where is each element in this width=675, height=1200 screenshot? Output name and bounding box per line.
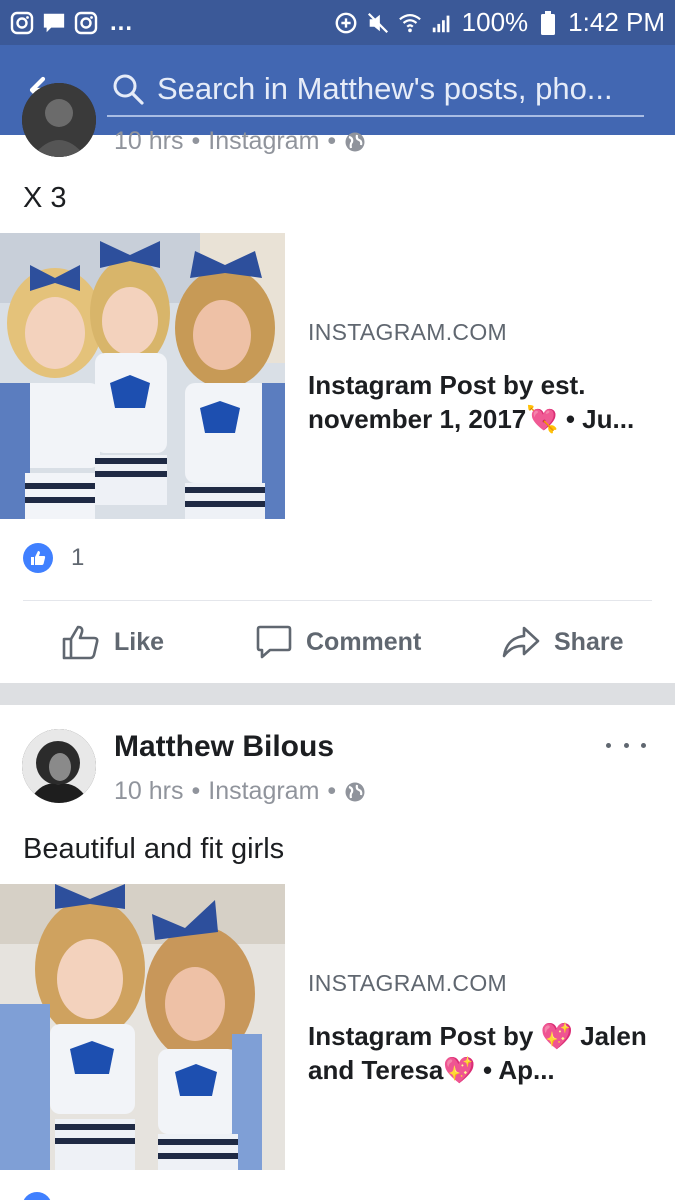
avatar[interactable]	[22, 83, 96, 157]
globe-icon	[345, 132, 365, 151]
clock: 1:42 PM	[568, 7, 665, 37]
link-preview[interactable]: INSTAGRAM.COM Instagram Post by est. nov…	[0, 233, 675, 519]
post-card: Matthew Bilous 10 hrs • Instagram • Beau…	[0, 705, 675, 1200]
search-input[interactable]: Search in Matthew's posts, pho...	[157, 71, 644, 107]
search-box[interactable]: Search in Matthew's posts, pho...	[107, 63, 644, 117]
status-left-icons: ...	[10, 9, 133, 37]
post-source: Instagram	[208, 777, 320, 805]
search-header: Search in Matthew's posts, pho...	[0, 45, 675, 135]
post-time[interactable]: 10 hrs	[114, 127, 183, 156]
search-icon	[113, 74, 144, 105]
post-time[interactable]: 10 hrs	[114, 777, 183, 806]
like-button[interactable]: Like	[62, 624, 164, 660]
globe-icon	[345, 782, 365, 801]
battery-icon	[536, 10, 560, 35]
feed-separator	[0, 683, 675, 705]
post-meta: 10 hrs • Instagram •	[114, 127, 366, 156]
comment-button[interactable]: Comment	[256, 624, 421, 660]
post-text: X 3	[23, 182, 67, 214]
comment-icon	[256, 625, 292, 659]
like-label: Like	[114, 627, 165, 656]
signal-icon	[430, 11, 454, 35]
avatar[interactable]	[22, 729, 96, 803]
share-label: Share	[554, 627, 624, 656]
divider	[23, 600, 652, 601]
link-title[interactable]: Instagram Post by 💖 Jalen and Teresa💖 • …	[308, 1019, 658, 1087]
dot	[623, 742, 629, 748]
dot	[606, 742, 611, 748]
author-name[interactable]: Matthew Bilous	[114, 730, 334, 764]
post-text: Beautiful and fit girls	[23, 833, 285, 865]
comment-label: Comment	[306, 627, 422, 656]
instagram-icon	[74, 11, 98, 35]
camera-icon	[10, 11, 34, 35]
meta-separator: •	[191, 777, 201, 805]
post-source: Instagram	[208, 127, 320, 155]
link-domain: INSTAGRAM.COM	[308, 319, 507, 345]
battery-percent: 100%	[461, 7, 529, 37]
meta-separator: •	[327, 777, 337, 805]
thumbs-up-icon	[62, 625, 99, 660]
post-meta: 10 hrs • Instagram •	[114, 777, 366, 806]
dot	[641, 742, 646, 748]
post-actions: Like Comment Share	[0, 602, 675, 682]
like-reaction-icon	[23, 543, 53, 573]
link-title[interactable]: Instagram Post by est. november 1, 2017💘…	[308, 368, 658, 436]
chat-icon	[42, 11, 66, 35]
wifi-icon	[398, 11, 422, 35]
share-button[interactable]: Share	[502, 625, 623, 659]
share-icon	[502, 626, 540, 658]
link-image[interactable]	[0, 884, 285, 1170]
status-right-icons: 100% 1:42 PM	[334, 7, 665, 38]
link-image[interactable]	[0, 233, 285, 519]
mute-icon	[366, 11, 390, 35]
meta-separator: •	[327, 127, 337, 155]
link-domain: INSTAGRAM.COM	[308, 970, 507, 996]
more-options-button[interactable]	[606, 735, 646, 755]
status-bar: ... 100% 1:42 PM	[0, 0, 675, 45]
link-preview[interactable]: INSTAGRAM.COM Instagram Post by 💖 Jalen …	[0, 884, 675, 1170]
notification-overflow: ...	[110, 8, 134, 36]
like-count: 1	[71, 544, 85, 571]
data-saver-icon	[334, 11, 358, 35]
meta-separator: •	[191, 127, 201, 155]
post-card: 10 hrs • Instagram • X 3 INSTAGRAM.COM I…	[0, 83, 675, 683]
reaction-summary[interactable]: 1	[23, 543, 84, 573]
